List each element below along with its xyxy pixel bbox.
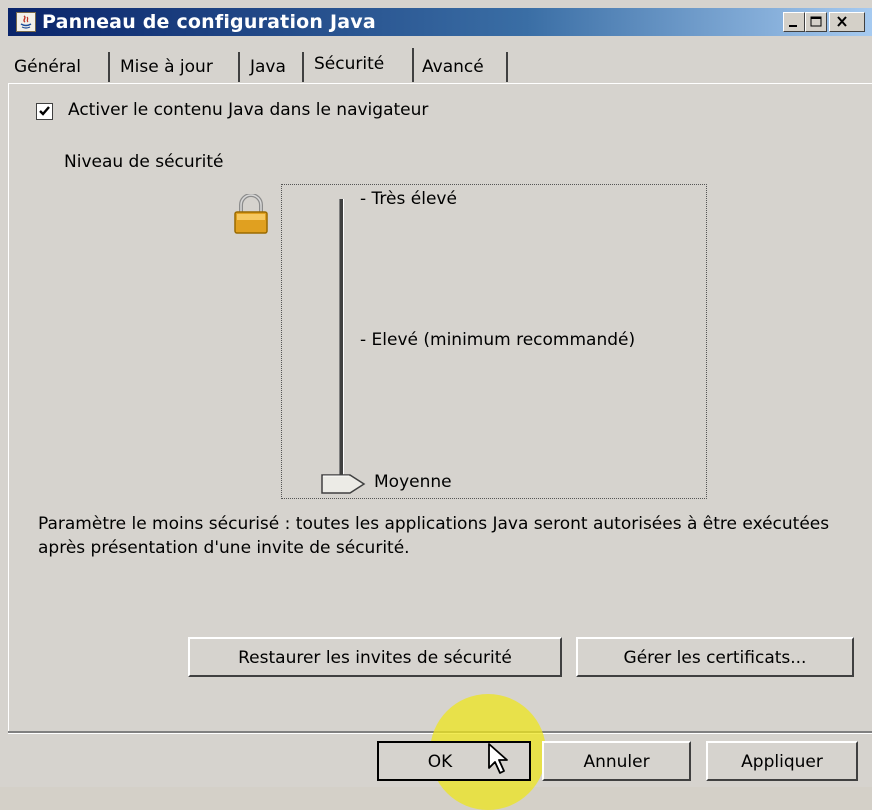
manage-certificates-button[interactable]: Gérer les certificats... xyxy=(576,637,854,677)
tab-java[interactable]: Java xyxy=(244,52,304,82)
tab-advanced[interactable]: Avancé xyxy=(416,52,508,82)
window-title: Panneau de configuration Java xyxy=(42,11,376,33)
level-medium: Moyenne xyxy=(374,472,452,492)
enable-java-checkbox[interactable] xyxy=(36,103,53,120)
minimize-icon xyxy=(789,25,797,27)
maximize-button[interactable] xyxy=(805,12,827,32)
minimize-button[interactable] xyxy=(783,12,805,32)
tab-general[interactable]: Général xyxy=(8,52,110,82)
security-level-heading: Niveau de sécurité xyxy=(64,152,224,172)
checkmark-icon xyxy=(39,106,50,116)
tab-updates[interactable]: Mise à jour xyxy=(114,52,240,82)
restore-security-prompts-button[interactable]: Restaurer les invites de sécurité xyxy=(188,637,562,677)
java-icon xyxy=(16,12,36,32)
padlock-icon xyxy=(232,193,270,241)
java-control-panel-window: Panneau de configuration Java Général Mi… xyxy=(0,0,872,810)
close-icon xyxy=(837,16,847,27)
security-level-slider-track[interactable] xyxy=(339,199,344,481)
ok-label: OK xyxy=(427,752,453,772)
close-button[interactable] xyxy=(829,12,865,32)
maximize-icon xyxy=(810,16,822,27)
apply-button[interactable]: Appliquer xyxy=(706,741,858,781)
security-level-slider-thumb[interactable] xyxy=(320,473,368,500)
level-very-high: - Très élevé xyxy=(360,189,457,209)
level-high: - Elevé (minimum recommandé) xyxy=(360,330,636,350)
mouse-cursor-icon xyxy=(486,742,512,781)
cancel-button[interactable]: Annuler xyxy=(542,741,691,781)
title-bar[interactable]: Panneau de configuration Java xyxy=(8,8,872,36)
enable-java-label[interactable]: Activer le contenu Java dans le navigate… xyxy=(68,100,428,120)
tab-security[interactable]: Sécurité xyxy=(308,48,414,82)
security-level-description: Paramètre le moins sécurisé : toutes les… xyxy=(38,514,830,558)
